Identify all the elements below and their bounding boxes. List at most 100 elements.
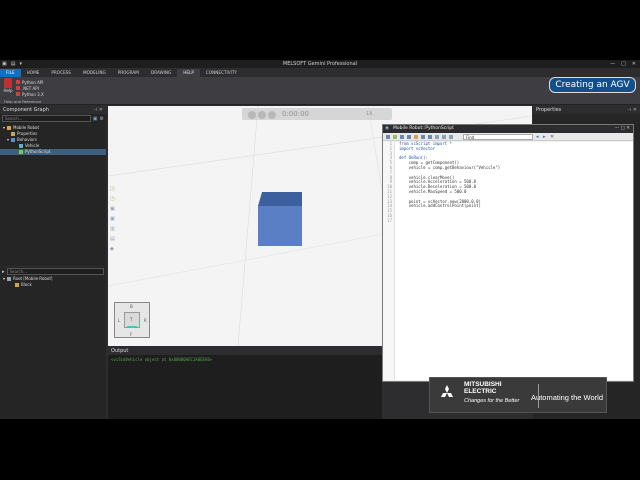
script-editor-window: ◉ Mobile Robot::PythonScript — □ ✕ Find … bbox=[382, 124, 634, 382]
play-icon[interactable] bbox=[268, 111, 276, 119]
output-panel: Output <vcSimVehicle object at 0x00000AE… bbox=[108, 347, 382, 419]
brand-tagline: Changes for the Better bbox=[464, 398, 520, 404]
navcube-axis-indicator bbox=[127, 326, 137, 327]
minimize-icon[interactable]: — bbox=[610, 61, 615, 67]
component-tree: ▾ Mobile Robot Properties ▾ Behaviors Vehi… bbox=[0, 125, 106, 155]
editor-toolbar: Find ◂ ▸ ✕ bbox=[383, 133, 633, 141]
expand-icon[interactable]: ▾ bbox=[3, 276, 5, 282]
tab-process[interactable]: PROCESS bbox=[45, 69, 77, 77]
code-lines[interactable]: from vcScript import * import vcVector def… bbox=[399, 141, 501, 224]
tutorial-title-badge: Creating an AGV bbox=[549, 77, 636, 93]
settings-icon[interactable]: ⚙ bbox=[100, 116, 104, 122]
properties-icon bbox=[11, 132, 15, 136]
indent-icon[interactable] bbox=[435, 135, 439, 139]
component-search-input[interactable]: Search... bbox=[2, 115, 91, 122]
find-next-icon[interactable]: ▸ bbox=[543, 134, 546, 140]
mitsubishi-logo-banner: MITSUBISHI ELECTRIC Changes for the Bett… bbox=[429, 377, 607, 413]
editor-title-bar[interactable]: ◉ Mobile Robot::PythonScript — □ ✕ bbox=[383, 125, 633, 133]
pin-close-icon[interactable]: ⊣ ✕ bbox=[93, 107, 103, 113]
redo-icon[interactable] bbox=[407, 135, 411, 139]
tab-help[interactable]: HELP bbox=[177, 69, 200, 77]
render-tool-icon[interactable]: ◆ bbox=[110, 246, 115, 252]
navcube-top-face[interactable]: T bbox=[124, 312, 140, 328]
pin-close-icon[interactable]: ⊣ ✕ bbox=[627, 107, 637, 113]
simulation-toolbar: 0:00:00 1X bbox=[242, 108, 392, 120]
navigation-cube[interactable]: B L R F T bbox=[114, 302, 150, 338]
reset-icon[interactable] bbox=[248, 111, 256, 119]
tab-home[interactable]: HOME bbox=[21, 69, 46, 77]
block-object[interactable] bbox=[258, 206, 302, 246]
navcube-left-label[interactable]: L bbox=[118, 318, 120, 323]
undo-icon[interactable] bbox=[400, 135, 404, 139]
python3-link[interactable]: Python 3.X bbox=[16, 91, 44, 97]
help-links: Python API .NET API Python 3.X bbox=[16, 79, 44, 97]
tab-connectivity[interactable]: CONNECTIVITY bbox=[200, 69, 243, 77]
close-icon[interactable]: ✕ bbox=[632, 61, 636, 67]
output-title: Output bbox=[111, 348, 129, 354]
code-line[interactable]: vehicle = comp.getBehaviour("Vehicle") bbox=[399, 165, 501, 171]
tab-file[interactable]: FILE bbox=[0, 69, 21, 77]
tab-drawing[interactable]: DRAWING bbox=[145, 69, 177, 77]
code-editor[interactable]: 1 2 3 4 5 6 7 8 9 10 11 12 13 14 15 16 17 from vcScript … bbox=[383, 141, 633, 380]
root-icon bbox=[7, 277, 12, 281]
block-icon bbox=[15, 283, 19, 287]
copy-icon[interactable] bbox=[421, 135, 425, 139]
window-title: MELSOFT Gemini Professional bbox=[282, 61, 358, 67]
comment-icon[interactable] bbox=[449, 135, 453, 139]
robot-icon bbox=[7, 126, 12, 130]
tree-item[interactable]: Block bbox=[0, 282, 106, 288]
editor-window-controls[interactable]: — □ ✕ bbox=[615, 126, 630, 131]
ribbon: Help Python API .NET API Python 3.X Help… bbox=[0, 77, 640, 105]
block-top-face bbox=[258, 192, 302, 206]
simulation-speed: 1X bbox=[366, 111, 373, 117]
cell-graph-panel: ▸ Search... ▾ Root [Mobile Robot] Block bbox=[0, 267, 106, 419]
close-find-icon[interactable]: ✕ bbox=[550, 134, 554, 140]
cut-icon[interactable] bbox=[414, 135, 418, 139]
brand-slogan: Automating the World bbox=[531, 393, 603, 402]
stop-icon[interactable] bbox=[258, 111, 266, 119]
move-tool-icon[interactable]: ◳ bbox=[110, 196, 115, 202]
view-tool-icon[interactable]: ▣ bbox=[110, 216, 115, 222]
run-icon[interactable] bbox=[386, 135, 390, 139]
expand-icon[interactable]: ▾ bbox=[3, 125, 5, 131]
behaviors-icon bbox=[11, 138, 16, 142]
window-controls: — □ ✕ bbox=[610, 61, 636, 67]
expand-icon[interactable]: ▾ bbox=[7, 137, 9, 143]
select-tool-icon[interactable]: ◳ bbox=[110, 186, 115, 192]
application-window: ▣ ▤ ▾ MELSOFT Gemini Professional — □ ✕ … bbox=[0, 60, 640, 419]
component-graph-panel: Component Graph ⊣ ✕ Search... ▣ ⚙ ▾ Mobil… bbox=[0, 106, 106, 266]
outdent-icon[interactable] bbox=[442, 135, 446, 139]
snap-tool-icon[interactable]: ▣ bbox=[110, 206, 115, 212]
python-api-icon bbox=[16, 80, 20, 84]
script-icon: ◉ bbox=[385, 126, 389, 131]
ribbon-tabs: FILE HOME PROCESS MODELING PROGRAM DRAWI… bbox=[0, 69, 640, 77]
paste-icon[interactable] bbox=[428, 135, 432, 139]
code-line[interactable] bbox=[399, 219, 500, 224]
viewport-side-tools: ◳ ◳ ▣ ▣ ▥ ▤ ◆ bbox=[110, 186, 115, 252]
component-graph-header: Component Graph ⊣ ✕ bbox=[0, 106, 106, 114]
filter-icon[interactable]: ▣ bbox=[93, 116, 98, 122]
expand-icon[interactable]: ▸ bbox=[2, 269, 5, 275]
navcube-right-label[interactable]: R bbox=[144, 318, 147, 323]
navcube-front-label[interactable]: F bbox=[130, 332, 132, 337]
navcube-back-label[interactable]: B bbox=[130, 304, 133, 309]
ribbon-group-label: Help and Reference bbox=[4, 99, 42, 104]
output-header: Output bbox=[108, 347, 382, 355]
tree-item-selected[interactable]: PythonScript bbox=[0, 149, 106, 155]
find-previous-icon[interactable]: ◂ bbox=[536, 134, 539, 140]
display-tool-icon[interactable]: ▤ bbox=[110, 236, 115, 242]
measure-tool-icon[interactable]: ▥ bbox=[110, 226, 115, 232]
tab-modeling[interactable]: MODELING bbox=[77, 69, 112, 77]
script-icon bbox=[19, 150, 23, 154]
navcube-top-label: T bbox=[130, 317, 133, 322]
cell-search-input[interactable]: Search... bbox=[6, 268, 104, 275]
find-label: Find bbox=[466, 135, 475, 140]
save-icon[interactable] bbox=[393, 135, 397, 139]
three-diamonds-icon bbox=[441, 385, 453, 397]
properties-header: Properties ⊣ ✕ bbox=[533, 106, 640, 114]
tab-program[interactable]: PROGRAM bbox=[112, 69, 145, 77]
brand-line-2: ELECTRIC bbox=[464, 387, 497, 395]
find-input[interactable]: Find bbox=[463, 134, 533, 140]
maximize-icon[interactable]: □ bbox=[621, 61, 626, 67]
help-button[interactable]: Help bbox=[3, 78, 13, 93]
